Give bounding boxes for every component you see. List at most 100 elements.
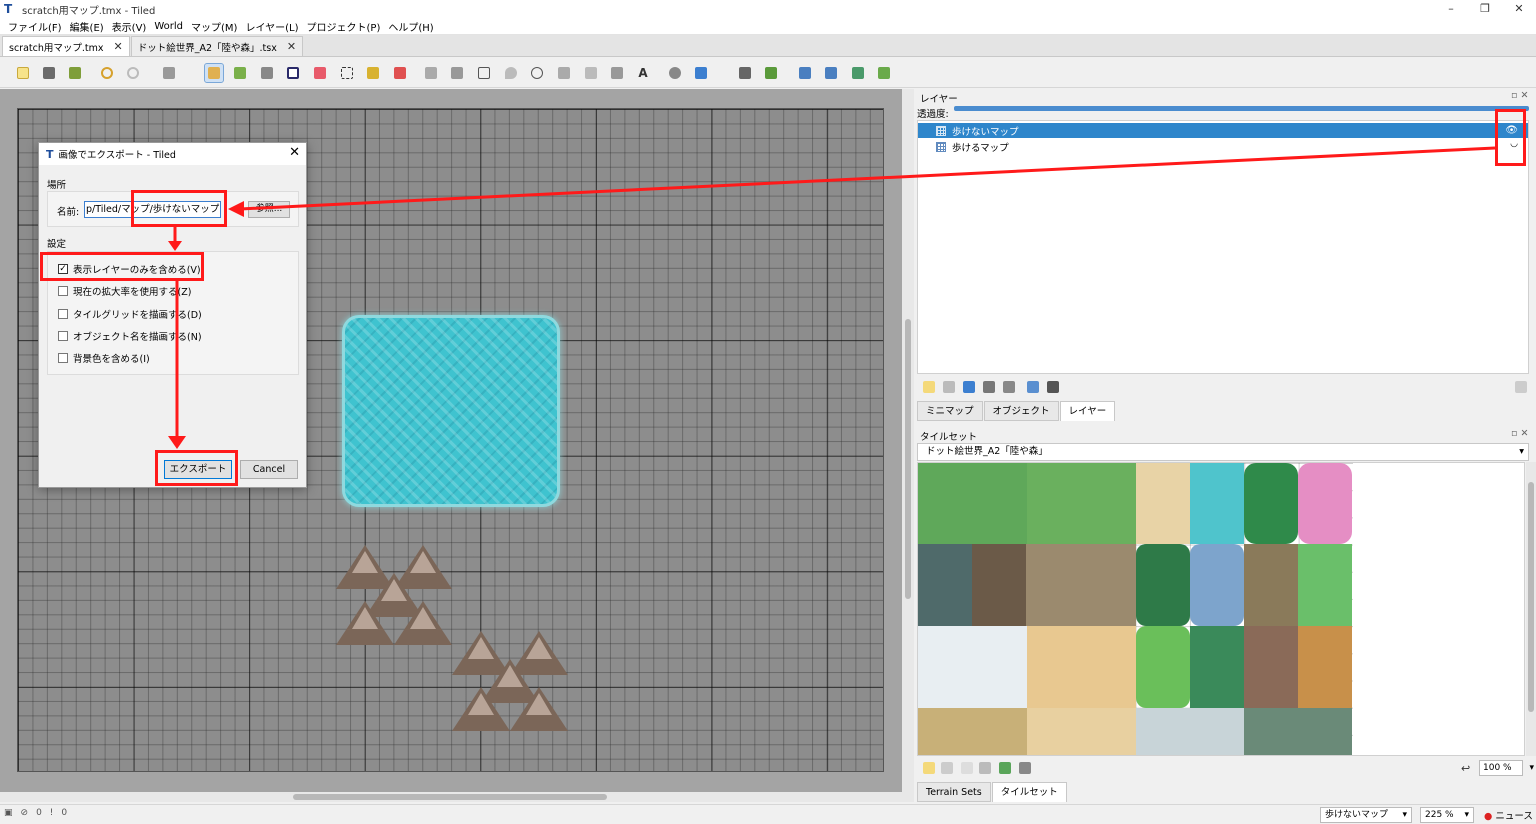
current-layer-name: 歩けないマップ <box>1325 810 1389 820</box>
tab-minimap[interactable]: ミニマップ <box>917 401 983 421</box>
world-tool-icon[interactable] <box>666 64 684 82</box>
new-file-icon[interactable] <box>14 64 32 82</box>
menu-world[interactable]: World <box>150 21 187 32</box>
canvas-vertical-scrollbar[interactable] <box>902 89 914 802</box>
lock-icon[interactable] <box>1047 381 1059 393</box>
edit-polygons-icon[interactable] <box>448 64 466 82</box>
tab-tilesets[interactable]: タイルセット <box>991 782 1067 802</box>
flip-vertical-icon[interactable] <box>822 64 840 82</box>
rotate-right-icon[interactable] <box>875 64 893 82</box>
insert-ellipse-icon[interactable] <box>528 64 546 82</box>
menu-file[interactable]: ファイル(F) <box>4 19 66 34</box>
issues-summary[interactable]: ▣ ⊘ 0 ! 0 <box>4 808 67 818</box>
checkbox[interactable] <box>58 331 68 341</box>
menu-edit[interactable]: 編集(E) <box>66 19 108 34</box>
bucket-fill-icon[interactable] <box>258 64 276 82</box>
terrain-brush-icon[interactable] <box>231 64 249 82</box>
close-icon[interactable]: ✕ <box>114 40 123 53</box>
save-icon[interactable] <box>66 64 84 82</box>
tileset-view[interactable] <box>917 462 1525 756</box>
option-draw-object-names[interactable]: オブジェクト名を描画する(N) <box>58 329 202 343</box>
panel-float-icon[interactable]: ▫ ✕ <box>1511 428 1528 439</box>
menu-help[interactable]: ヘルプ(H) <box>384 19 437 34</box>
scrollbar-thumb[interactable] <box>1528 482 1534 712</box>
browse-button[interactable]: 参照... <box>248 201 290 218</box>
insert-text-icon[interactable]: A <box>634 64 652 82</box>
shape-fill-icon[interactable] <box>284 64 302 82</box>
map-zoom-select[interactable]: 225 % ▾ <box>1420 807 1474 823</box>
redo-icon[interactable] <box>124 64 142 82</box>
duplicate-layer-icon[interactable] <box>983 381 995 393</box>
select-objects-icon[interactable] <box>422 64 440 82</box>
new-layer-icon[interactable] <box>923 381 935 393</box>
news-button[interactable]: ● ニュース <box>1484 808 1533 822</box>
tab-tileset-file[interactable]: ドット絵世界_A2「陸や森」.tsx ✕ <box>130 36 304 56</box>
checkbox[interactable] <box>58 309 68 319</box>
tab-objects[interactable]: オブジェクト <box>983 401 1059 421</box>
panel-options-icon[interactable] <box>1515 381 1527 393</box>
current-layer-select[interactable]: 歩けないマップ ▾ <box>1320 807 1412 823</box>
scrollbar-thumb[interactable] <box>905 319 911 599</box>
menu-layer[interactable]: レイヤー(L) <box>241 19 302 34</box>
insert-point-icon[interactable] <box>502 64 520 82</box>
edit-tileset-icon[interactable] <box>979 762 991 774</box>
menu-view[interactable]: 表示(V) <box>108 19 151 34</box>
delete-tileset-icon[interactable] <box>1019 762 1031 774</box>
flip-horizontal-icon[interactable] <box>796 64 814 82</box>
tileset-selector[interactable]: ドット絵世界_A2「陸や森」 ▾ <box>917 443 1529 461</box>
show-other-layers-icon[interactable] <box>1027 381 1039 393</box>
layer-row-unwalkable[interactable]: 歩けないマップ 👁 <box>918 123 1528 138</box>
option-include-background[interactable]: 背景色を含める(I) <box>58 351 150 365</box>
cancel-button[interactable]: Cancel <box>240 460 298 479</box>
scrollbar-thumb[interactable] <box>293 794 607 800</box>
move-world-icon[interactable] <box>692 64 710 82</box>
rotate-left-icon[interactable] <box>849 64 867 82</box>
tab-scratch-map[interactable]: scratch用マップ.tmx ✕ <box>2 36 130 56</box>
stamp-brush-icon[interactable] <box>204 63 224 83</box>
undo-icon[interactable] <box>98 64 116 82</box>
minimize-button[interactable]: – <box>1434 0 1468 18</box>
delete-layer-icon[interactable] <box>1003 381 1015 393</box>
select-same-tile-icon[interactable] <box>391 64 409 82</box>
insert-polygon-icon[interactable] <box>555 64 573 82</box>
export-tileset-icon[interactable] <box>961 762 973 774</box>
insert-template-icon[interactable] <box>608 64 626 82</box>
lower-layer-icon[interactable] <box>963 381 975 393</box>
raise-layer-icon[interactable] <box>943 381 955 393</box>
insert-tile-icon[interactable] <box>582 64 600 82</box>
tab-layers[interactable]: レイヤー <box>1059 401 1116 421</box>
tileset-vertical-scrollbar[interactable] <box>1526 462 1536 756</box>
rect-select-icon[interactable] <box>338 64 356 82</box>
checkbox[interactable] <box>58 286 68 296</box>
tab-terrain-sets[interactable]: Terrain Sets <box>917 782 991 802</box>
embed-tileset-icon[interactable] <box>941 762 953 774</box>
magic-wand-icon[interactable] <box>364 64 382 82</box>
checkbox[interactable] <box>58 353 68 363</box>
console-icon[interactable]: ▣ <box>4 808 13 818</box>
dialog-close-button[interactable]: ✕ <box>289 145 300 160</box>
wang-fill-icon[interactable] <box>762 64 780 82</box>
stamp-options-icon[interactable] <box>160 64 178 82</box>
insert-rectangle-icon[interactable] <box>475 64 493 82</box>
layer-row-walkable[interactable]: 歩けるマップ ◡ <box>918 139 1528 154</box>
option-draw-tile-grid[interactable]: タイルグリッドを描画する(D) <box>58 307 202 321</box>
maximize-button[interactable]: ❐ <box>1468 0 1502 18</box>
new-tileset-icon[interactable] <box>923 762 935 774</box>
palm-tiles <box>1298 544 1352 626</box>
close-icon[interactable]: ✕ <box>287 40 296 53</box>
menu-map[interactable]: マップ(M) <box>187 19 241 34</box>
eraser-icon[interactable] <box>311 64 329 82</box>
tileset-image[interactable] <box>918 463 1353 755</box>
undo-arrow-icon[interactable]: ↩ <box>1461 762 1473 775</box>
option-use-current-zoom[interactable]: 現在の拡大率を使用する(Z) <box>58 284 191 298</box>
opacity-slider[interactable] <box>954 106 1529 111</box>
canvas-horizontal-scrollbar[interactable] <box>0 792 902 802</box>
dynamic-wrapping-icon[interactable] <box>999 762 1011 774</box>
menu-project[interactable]: プロジェクト(P) <box>303 19 385 34</box>
flower-tiles <box>972 544 1026 626</box>
panel-float-icon[interactable]: ▫ ✕ <box>1511 90 1528 101</box>
open-file-icon[interactable] <box>40 64 58 82</box>
tileset-zoom-select[interactable]: 100 % ▾ <box>1479 760 1534 776</box>
close-window-button[interactable]: ✕ <box>1502 0 1536 18</box>
random-mode-icon[interactable] <box>736 64 754 82</box>
